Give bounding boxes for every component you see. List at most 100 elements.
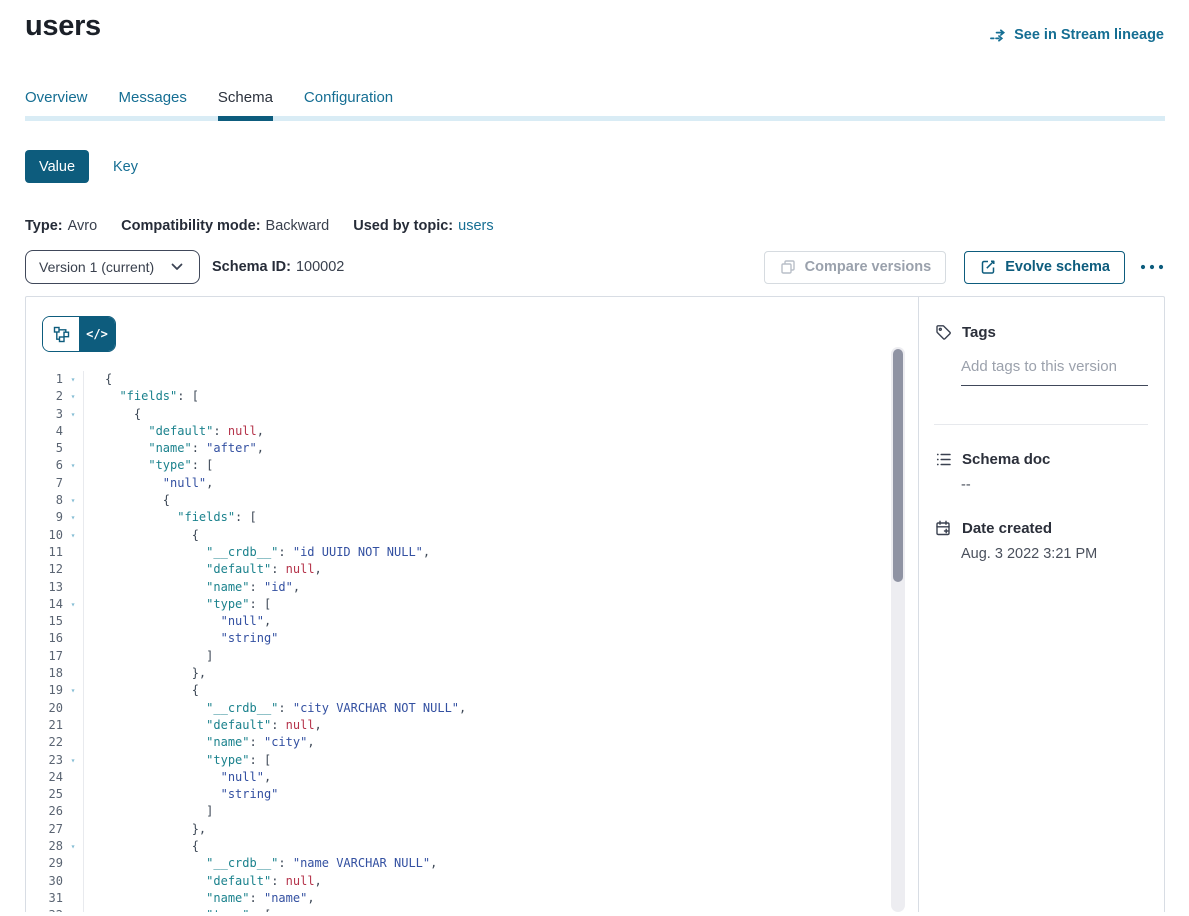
- editor-gutter: 27: [26, 821, 84, 838]
- fold-toggle-icon: [63, 855, 83, 872]
- line-number: 5: [26, 440, 63, 457]
- fold-toggle-icon: [63, 544, 83, 561]
- more-options-button[interactable]: [1139, 264, 1165, 270]
- active-tab-indicator: [218, 116, 273, 121]
- fold-toggle-icon[interactable]: ▾: [63, 682, 83, 699]
- line-number: 12: [26, 561, 63, 578]
- line-number: 3: [26, 406, 63, 423]
- fold-toggle-icon: [63, 717, 83, 734]
- code-line-text: "null",: [84, 769, 271, 786]
- fold-toggle-icon[interactable]: ▾: [63, 527, 83, 544]
- code-line: 24 "null",: [26, 769, 918, 786]
- editor-scrollbar-thumb[interactable]: [893, 349, 903, 582]
- fold-toggle-icon: [63, 613, 83, 630]
- value-key-toggle: Value Key: [25, 150, 1165, 183]
- date-created-title: Date created: [962, 520, 1052, 537]
- value-tab-button[interactable]: Value: [25, 150, 89, 183]
- code-line: 4 "default": null,: [26, 423, 918, 440]
- code-line: 20 "__crdb__": "city VARCHAR NOT NULL",: [26, 700, 918, 717]
- schema-id-label: Schema ID:: [212, 259, 291, 275]
- code-line: 16 "string": [26, 630, 918, 647]
- sidebar-divider: [934, 424, 1148, 425]
- topic-link[interactable]: users: [458, 218, 493, 234]
- editor-gutter: 1▾: [26, 371, 84, 388]
- tree-view-button[interactable]: [43, 317, 79, 351]
- tab-schema[interactable]: Schema: [218, 89, 273, 116]
- key-tab-button[interactable]: Key: [113, 159, 138, 175]
- schema-id-value: 100002: [296, 259, 344, 275]
- code-line-text: "default": null,: [84, 873, 322, 890]
- editor-gutter: 2▾: [26, 388, 84, 405]
- schema-doc-value: --: [961, 477, 1148, 493]
- line-number: 1: [26, 371, 63, 388]
- code-line-text: "name": "name",: [84, 890, 315, 907]
- line-number: 22: [26, 734, 63, 751]
- code-line: 2▾ "fields": [: [26, 388, 918, 405]
- line-number: 26: [26, 803, 63, 820]
- schema-id-field: Schema ID: 100002: [212, 259, 344, 275]
- editor-gutter: 16: [26, 630, 84, 647]
- code-line: 23▾ "type": [: [26, 752, 918, 769]
- editor-gutter: 14▾: [26, 596, 84, 613]
- see-in-stream-lineage-link[interactable]: See in Stream lineage: [989, 26, 1164, 44]
- editor-gutter: 22: [26, 734, 84, 751]
- line-number: 6: [26, 457, 63, 474]
- fold-toggle-icon[interactable]: ▾: [63, 371, 83, 388]
- code-line: 7 "null",: [26, 475, 918, 492]
- type-label: Type:: [25, 218, 63, 234]
- line-number: 9: [26, 509, 63, 526]
- fold-toggle-icon: [63, 890, 83, 907]
- tab-overview[interactable]: Overview: [25, 89, 88, 116]
- evolve-schema-button[interactable]: Evolve schema: [964, 251, 1125, 284]
- type-field: Type: Avro: [25, 218, 97, 234]
- fold-toggle-icon[interactable]: ▾: [63, 406, 83, 423]
- used-by-topic-field: Used by topic:users: [353, 218, 493, 234]
- fold-toggle-icon[interactable]: ▾: [63, 752, 83, 769]
- code-line-text: "name": "id",: [84, 579, 300, 596]
- editor-scrollbar-track[interactable]: [891, 347, 905, 912]
- code-line: 9▾ "fields": [: [26, 509, 918, 526]
- line-number: 31: [26, 890, 63, 907]
- compare-versions-button[interactable]: Compare versions: [764, 251, 947, 284]
- view-mode-toggle: </>: [42, 316, 116, 352]
- code-line-text: "type": [: [84, 596, 271, 613]
- code-line-text: {: [84, 682, 199, 699]
- code-view-button[interactable]: </>: [79, 317, 115, 351]
- tab-configuration[interactable]: Configuration: [304, 89, 393, 116]
- fold-toggle-icon: [63, 440, 83, 457]
- type-value: Avro: [68, 218, 98, 234]
- schema-doc-section-header: Schema doc: [934, 450, 1148, 468]
- editor-gutter: 32▾: [26, 907, 84, 912]
- fold-toggle-icon[interactable]: ▾: [63, 388, 83, 405]
- code-line: 1▾{: [26, 371, 918, 388]
- tab-bar: Overview Messages Schema Configuration: [25, 89, 1165, 121]
- fold-toggle-icon: [63, 700, 83, 717]
- add-tags-input[interactable]: [961, 358, 1148, 386]
- fold-toggle-icon[interactable]: ▾: [63, 492, 83, 509]
- editor-gutter: 13: [26, 579, 84, 596]
- line-number: 7: [26, 475, 63, 492]
- line-number: 18: [26, 665, 63, 682]
- fold-toggle-icon[interactable]: ▾: [63, 457, 83, 474]
- fold-toggle-icon[interactable]: ▾: [63, 838, 83, 855]
- editor-gutter: 12: [26, 561, 84, 578]
- tab-underline-track: [25, 116, 1165, 121]
- code-line-text: {: [84, 371, 112, 388]
- editor-gutter: 24: [26, 769, 84, 786]
- code-line: 32▾ "type": [: [26, 907, 918, 912]
- fold-toggle-icon[interactable]: ▾: [63, 509, 83, 526]
- chevron-down-icon: [168, 258, 186, 276]
- list-icon: [934, 450, 952, 468]
- date-created-value: Aug. 3 2022 3:21 PM: [961, 546, 1148, 562]
- fold-toggle-icon[interactable]: ▾: [63, 596, 83, 613]
- line-number: 2: [26, 388, 63, 405]
- version-select[interactable]: Version 1 (current): [25, 250, 200, 284]
- editor-gutter: 30: [26, 873, 84, 890]
- line-number: 15: [26, 613, 63, 630]
- fold-toggle-icon[interactable]: ▾: [63, 907, 83, 912]
- schema-code-editor[interactable]: </> 1▾{2▾ "fields": [3▾ {4 "default": nu…: [26, 297, 919, 912]
- code-line: 3▾ {: [26, 406, 918, 423]
- editor-gutter: 3▾: [26, 406, 84, 423]
- code-line-text: },: [84, 821, 206, 838]
- tab-messages[interactable]: Messages: [119, 89, 187, 116]
